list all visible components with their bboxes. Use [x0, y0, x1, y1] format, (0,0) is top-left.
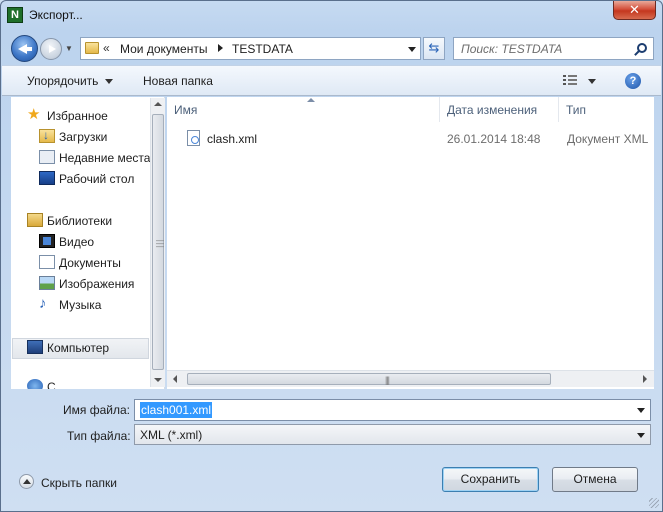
video-icon	[39, 234, 55, 248]
recent-places-icon	[39, 150, 55, 164]
nav-item-label: Компьютер	[47, 341, 110, 355]
breadcrumb-my-documents[interactable]: Мои документы	[120, 42, 207, 56]
address-bar[interactable]: « Мои документы TESTDATA	[80, 37, 421, 60]
nav-item-label: Избранное	[47, 109, 108, 123]
nav-item-label: Видео	[59, 235, 95, 249]
hide-folders-label: Скрыть папки	[41, 476, 117, 490]
nav-item-label: Рабочий стол	[59, 172, 135, 186]
network-icon	[27, 379, 43, 389]
filetype-label: Тип файла:	[67, 429, 131, 443]
nav-item-label: Музыка	[59, 298, 102, 312]
column-header-date-modified[interactable]: Дата изменения	[440, 97, 559, 122]
view-options-icon[interactable]	[563, 75, 577, 86]
filetype-select[interactable]: XML (*.xml)	[134, 424, 651, 445]
nav-item-label: Документы	[59, 256, 121, 270]
file-date: 26.01.2014 18:48	[447, 132, 541, 146]
computer-icon	[27, 340, 43, 354]
organize-dropdown-icon[interactable]	[105, 79, 113, 84]
search-placeholder: Поиск: TESTDATA	[461, 42, 563, 56]
command-toolbar: Упорядочить Новая папка ?	[2, 65, 661, 96]
forward-button[interactable]	[40, 38, 62, 60]
music-icon: ♪	[39, 295, 47, 312]
app-icon: N	[7, 7, 23, 23]
column-header-name[interactable]: Имя	[167, 97, 440, 122]
documents-icon	[39, 255, 55, 269]
column-header-type[interactable]: Тип	[559, 97, 654, 122]
horizontal-scroll-thumb[interactable]: |||	[187, 373, 551, 385]
organize-button[interactable]: Упорядочить	[27, 74, 98, 88]
cancel-button[interactable]: Отмена	[552, 467, 638, 492]
navigation-pane: ★ Избранное Загрузки Недавние места Рабо…	[11, 97, 165, 389]
file-list-horizontal-scrollbar[interactable]: |||	[167, 370, 654, 387]
resize-grip-icon[interactable]	[649, 498, 659, 508]
nav-item-label: С	[47, 380, 56, 389]
nav-item-label: Загрузки	[59, 130, 108, 144]
pictures-icon	[39, 276, 55, 290]
scroll-down-icon[interactable]	[154, 378, 162, 382]
navigation-row: ▼ « Мои документы TESTDATA ⇆ Поиск: TEST…	[1, 32, 662, 62]
file-list: Имя Дата изменения Тип clash.xml 26.01.2…	[167, 97, 654, 389]
title-bar[interactable]: N Экспорт... ✕	[1, 1, 662, 29]
folder-icon	[85, 42, 99, 54]
scroll-left-icon[interactable]	[173, 375, 177, 383]
nav-pane-scrollbar[interactable]: — — —	[150, 98, 165, 387]
overflow-chevron-icon[interactable]: «	[103, 41, 110, 55]
search-icon[interactable]	[637, 43, 647, 53]
xml-file-icon	[187, 130, 200, 146]
history-dropdown-icon[interactable]: ▼	[65, 44, 75, 54]
breadcrumb-arrow-icon[interactable]	[218, 44, 223, 52]
nav-item-label: Недавние места	[59, 151, 151, 165]
search-input[interactable]: Поиск: TESTDATA	[453, 37, 654, 60]
file-name: clash.xml	[207, 132, 258, 146]
nav-scroll-thumb[interactable]: — — —	[152, 114, 164, 370]
scroll-up-icon[interactable]	[154, 102, 162, 106]
close-button[interactable]: ✕	[613, 1, 656, 20]
window-title: Экспорт...	[29, 8, 83, 22]
filetype-value: XML (*.xml)	[140, 428, 203, 442]
view-dropdown-icon[interactable]	[588, 79, 596, 84]
file-row[interactable]: clash.xml 26.01.2014 18:48 Документ XML	[167, 127, 654, 149]
filetype-dropdown-icon[interactable]	[637, 433, 645, 438]
desktop-icon	[39, 171, 55, 185]
libraries-icon	[27, 213, 43, 227]
refresh-button[interactable]: ⇆	[423, 37, 445, 60]
new-folder-button[interactable]: Новая папка	[143, 74, 213, 88]
scroll-right-icon[interactable]	[643, 375, 647, 383]
nav-item-label: Изображения	[59, 277, 135, 291]
help-button[interactable]: ?	[625, 73, 641, 89]
breadcrumb-testdata[interactable]: TESTDATA	[232, 42, 293, 56]
save-button[interactable]: Сохранить	[442, 467, 539, 492]
downloads-folder-icon	[39, 128, 55, 143]
export-dialog: N Экспорт... ✕ ▼ « Мои документы TESTDAT…	[0, 0, 663, 512]
nav-item-label: Библиотеки	[47, 214, 113, 228]
collapse-up-icon	[19, 474, 34, 489]
filename-field[interactable]: clash001.xml	[134, 399, 651, 421]
back-button[interactable]	[11, 35, 38, 62]
filename-label: Имя файла:	[63, 403, 130, 417]
star-icon: ★	[27, 106, 41, 123]
filename-value[interactable]: clash001.xml	[140, 402, 213, 418]
filename-dropdown-icon[interactable]	[637, 408, 645, 413]
address-dropdown-icon[interactable]	[408, 47, 416, 52]
file-type: Документ XML	[567, 132, 649, 146]
